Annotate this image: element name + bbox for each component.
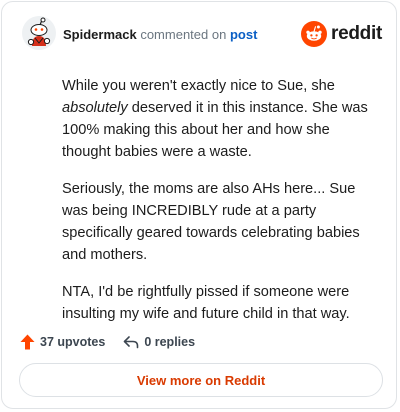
emphasis-text: absolutely [62,100,128,116]
upvotes-count: 37 upvotes [40,335,106,349]
action-text: commented on [140,27,227,42]
comment-paragraph-1: While you weren't exactly nice to Sue, s… [62,78,368,160]
comment-paragraph-2: Seriously, the moms are also AHs here...… [62,181,360,263]
upvote-arrow-icon [20,334,35,350]
reddit-wordmark: reddit [331,23,382,44]
username-link[interactable]: Spidermack [63,27,137,42]
comment-stats: 37 upvotes 0 replies [20,332,195,352]
comment-embed-card: Spidermack commented on post reddit Whil… [1,1,397,409]
reddit-logo[interactable]: reddit [301,21,382,47]
comment-paragraph-3: NTA, I'd be rightfully pissed if someone… [62,284,350,322]
upvotes-stat[interactable]: 37 upvotes [20,334,105,350]
comment-meta: Spidermack commented on post [63,27,257,43]
comment-body: While you weren't exactly nice to Sue, s… [62,75,380,340]
snoo-avatar-icon [22,16,56,50]
reply-arrow-icon [124,336,139,349]
reddit-logo-icon [301,21,328,47]
replies-stat[interactable]: 0 replies [123,335,195,349]
replies-count: 0 replies [144,335,196,349]
comment-header: Spidermack commented on post reddit [2,2,396,66]
user-avatar[interactable] [22,16,56,50]
post-link[interactable]: post [230,27,257,42]
view-more-button[interactable]: View more on Reddit [19,363,383,397]
